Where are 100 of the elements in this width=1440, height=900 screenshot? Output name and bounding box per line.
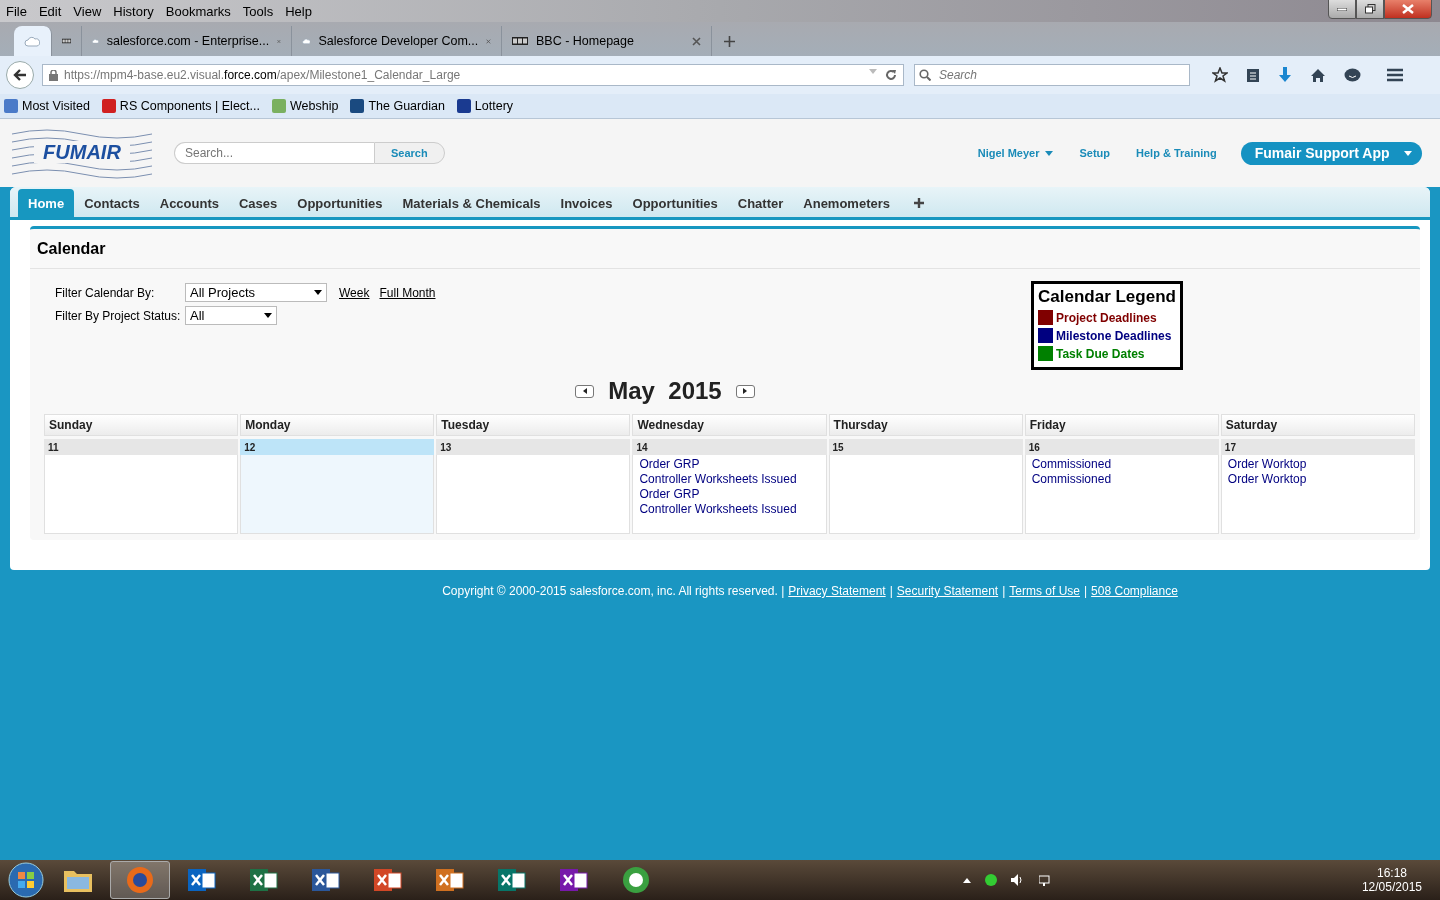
day-header: Friday (1024, 414, 1219, 436)
bookmark-link[interactable]: The Guardian (368, 99, 445, 113)
three-boxes-icon (512, 37, 528, 45)
day-header: Saturday (1220, 414, 1415, 436)
panel-title: Calendar (30, 229, 1420, 269)
back-button[interactable] (6, 61, 34, 89)
event-link[interactable]: Commissioned (1031, 472, 1112, 487)
menu-item[interactable]: File (0, 3, 33, 19)
separator-text: | (1084, 584, 1088, 600)
tab-title: salesforce.com - Enterprise... (106, 34, 270, 48)
nav-tab[interactable]: Anemometers (793, 189, 900, 217)
menu-icon[interactable] (1387, 68, 1403, 82)
menu-item[interactable]: Edit (32, 3, 68, 19)
clipboard-icon[interactable] (1246, 67, 1260, 83)
close-icon[interactable] (692, 36, 701, 46)
day-header: Tuesday (436, 414, 631, 436)
date-cell: 13 (436, 439, 631, 455)
chat-icon[interactable] (1344, 67, 1361, 83)
day-header: Wednesday (632, 414, 827, 436)
nav-tab[interactable]: Opportunities (622, 189, 728, 217)
caret-icon (1403, 150, 1412, 156)
add-tab-icon[interactable] (914, 198, 924, 208)
legend-label: Task Due Dates (1056, 346, 1145, 361)
close-button[interactable] (1384, 0, 1432, 19)
download-icon[interactable] (1278, 67, 1292, 83)
nav-tab[interactable]: Cases (229, 189, 288, 217)
nav-tab[interactable]: Contacts (74, 189, 150, 217)
menu-item[interactable]: Bookmarks (159, 3, 237, 19)
header-link[interactable]: Help & Training (1136, 147, 1217, 159)
view-link[interactable]: Full Month (379, 285, 436, 300)
clock[interactable]: 16:18 12/05/2015 (1349, 866, 1434, 894)
logo-drawing[interactable]: FUMAIR (12, 126, 152, 180)
next-button[interactable] (735, 384, 755, 398)
restore-icon (1364, 4, 1376, 14)
home-icon[interactable] (1310, 67, 1326, 83)
date-cell: 14 (632, 439, 827, 455)
browser-icon[interactable] (126, 866, 154, 894)
day-header: Monday (240, 414, 435, 436)
search-field[interactable]: Search... (174, 142, 374, 164)
date-cell: 17 (1220, 439, 1415, 455)
separator-text: | (1002, 584, 1006, 600)
search-field[interactable]: Search (914, 64, 1190, 86)
reload-icon[interactable] (885, 69, 897, 81)
legend-label: Project Deadlines (1056, 310, 1157, 325)
user-menu[interactable]: Nigel Meyer (977, 147, 1054, 159)
bookmark-link[interactable]: RS Components | Elect... (119, 99, 260, 113)
star-icon[interactable] (1212, 67, 1228, 83)
previous-button[interactable] (575, 384, 595, 398)
nav-tab[interactable]: Materials & Chemicals (392, 189, 551, 217)
filter-select[interactable]: All Projects (185, 283, 327, 302)
start-button[interactable] (6, 861, 46, 899)
date-cell: 16 (1024, 439, 1219, 455)
filter-label: Filter Calendar By: (55, 285, 156, 300)
pinned-tab[interactable] (14, 26, 52, 56)
dropdown-icon (869, 69, 877, 74)
network-icon[interactable] (1038, 874, 1053, 886)
minimize-icon (1337, 7, 1347, 11)
date-cell: 12 (240, 439, 435, 455)
nav-tab[interactable]: Chatter (727, 189, 794, 217)
bookmark-link[interactable]: Lottery (474, 99, 514, 113)
show-hidden-icon[interactable] (962, 877, 971, 883)
event-link[interactable]: Order GRP (639, 457, 700, 472)
event-link[interactable]: Order GRP (639, 487, 700, 502)
separator-text: | (889, 584, 893, 600)
menu-item[interactable]: History (107, 3, 160, 19)
nav-tab[interactable]: Invoices (550, 189, 623, 217)
restore-button[interactable] (1356, 0, 1384, 19)
speaker-icon[interactable] (1010, 874, 1025, 886)
app-menu-button[interactable]: Fumair Support App (1240, 141, 1422, 165)
menu-item[interactable]: View (67, 3, 108, 19)
cloud-icon (24, 35, 40, 47)
event-link[interactable]: Controller Worksheets Issued (639, 502, 797, 517)
new-tab-icon[interactable] (724, 36, 735, 47)
event-link[interactable]: Controller Worksheets Issued (639, 472, 797, 487)
nav-tab[interactable]: Accounts (149, 189, 229, 217)
header-link[interactable]: Setup (1079, 147, 1110, 159)
status-dot-icon[interactable] (984, 874, 997, 886)
date-cell: 15 (828, 439, 1023, 455)
left-arrow-icon (582, 388, 587, 394)
menu-item[interactable]: Help (279, 3, 318, 19)
address-field[interactable]: https://mpm4-base.eu2.visual.force.com/apex/Milestone1_Calendar_Large (42, 64, 904, 86)
nav-tab[interactable]: Opportunities (287, 189, 393, 217)
bookmark-link[interactable]: Most Visited (22, 99, 90, 113)
event-link[interactable]: Order Worktop (1227, 472, 1307, 487)
filter-select[interactable]: All (185, 306, 277, 325)
back-arrow-icon (13, 69, 27, 81)
view-link[interactable]: Week (339, 285, 370, 300)
event-link[interactable]: Commissioned (1031, 457, 1112, 472)
minimize-button[interactable] (1328, 0, 1356, 19)
caret-icon (1045, 150, 1054, 156)
ring-app-icon[interactable] (622, 866, 650, 894)
right-arrow-icon (743, 388, 748, 394)
event-link[interactable]: Order Worktop (1227, 457, 1307, 472)
legend-title: Calendar Legend (1038, 287, 1176, 307)
tab-title: BBC - Homepage (536, 34, 635, 48)
filter-label: Filter By Project Status: (55, 308, 182, 323)
menu-item[interactable]: Tools (236, 3, 280, 19)
tab-title: Salesforce Developer Com... (318, 34, 479, 48)
close-icon (1402, 4, 1414, 14)
bookmark-link[interactable]: Webship (290, 99, 339, 113)
